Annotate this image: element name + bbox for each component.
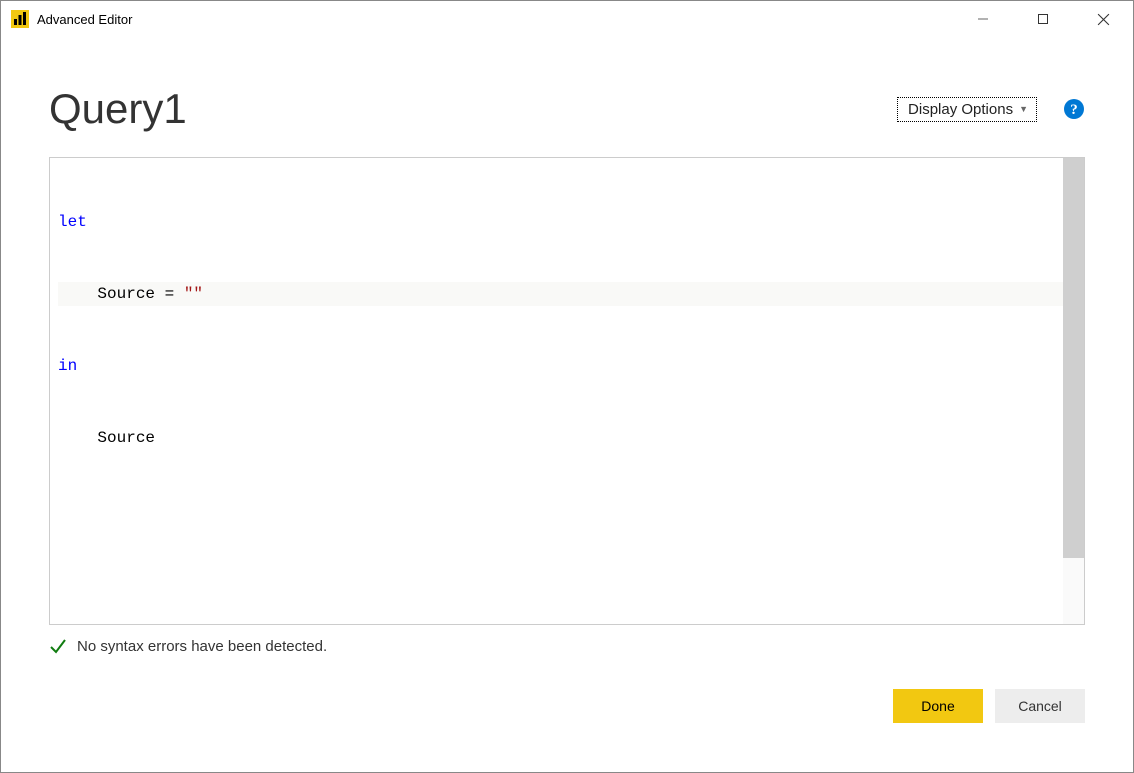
code-token-text bbox=[59, 285, 97, 303]
done-button[interactable]: Done bbox=[893, 689, 983, 723]
close-button[interactable] bbox=[1073, 1, 1133, 37]
window-title: Advanced Editor bbox=[37, 12, 132, 27]
code-token-text bbox=[59, 429, 97, 447]
status-message: No syntax errors have been detected. bbox=[77, 638, 327, 655]
code-editor[interactable]: let Source = "" in Source bbox=[49, 157, 1085, 625]
cancel-button[interactable]: Cancel bbox=[995, 689, 1085, 723]
minimize-icon bbox=[977, 13, 989, 25]
scrollbar-vertical[interactable] bbox=[1063, 158, 1084, 624]
maximize-button[interactable] bbox=[1013, 1, 1073, 37]
maximize-icon bbox=[1037, 13, 1049, 25]
display-options-label: Display Options bbox=[908, 101, 1013, 118]
display-options-dropdown[interactable]: Display Options ▼ bbox=[897, 97, 1037, 122]
code-editor-content[interactable]: let Source = "" in Source bbox=[50, 158, 1063, 624]
scrollbar-thumb[interactable] bbox=[1063, 158, 1084, 558]
checkmark-icon bbox=[49, 637, 67, 655]
chevron-down-icon: ▼ bbox=[1019, 104, 1028, 114]
footer-buttons: Done Cancel bbox=[49, 689, 1085, 723]
query-name: Query1 bbox=[49, 85, 187, 133]
app-icon bbox=[11, 10, 29, 28]
close-icon bbox=[1097, 13, 1110, 26]
code-token-text: Source bbox=[97, 429, 155, 447]
code-token-text: Source = bbox=[97, 285, 183, 303]
help-icon[interactable]: ? bbox=[1063, 98, 1085, 120]
window-controls bbox=[953, 1, 1133, 37]
minimize-button[interactable] bbox=[953, 1, 1013, 37]
code-token-keyword: let bbox=[58, 213, 87, 231]
code-token-string: "" bbox=[184, 285, 203, 303]
code-token-keyword: in bbox=[58, 357, 77, 375]
svg-text:?: ? bbox=[1070, 102, 1078, 118]
title-bar: Advanced Editor bbox=[1, 1, 1133, 37]
status-bar: No syntax errors have been detected. bbox=[49, 637, 1085, 655]
header-row: Query1 Display Options ▼ ? bbox=[49, 85, 1085, 133]
